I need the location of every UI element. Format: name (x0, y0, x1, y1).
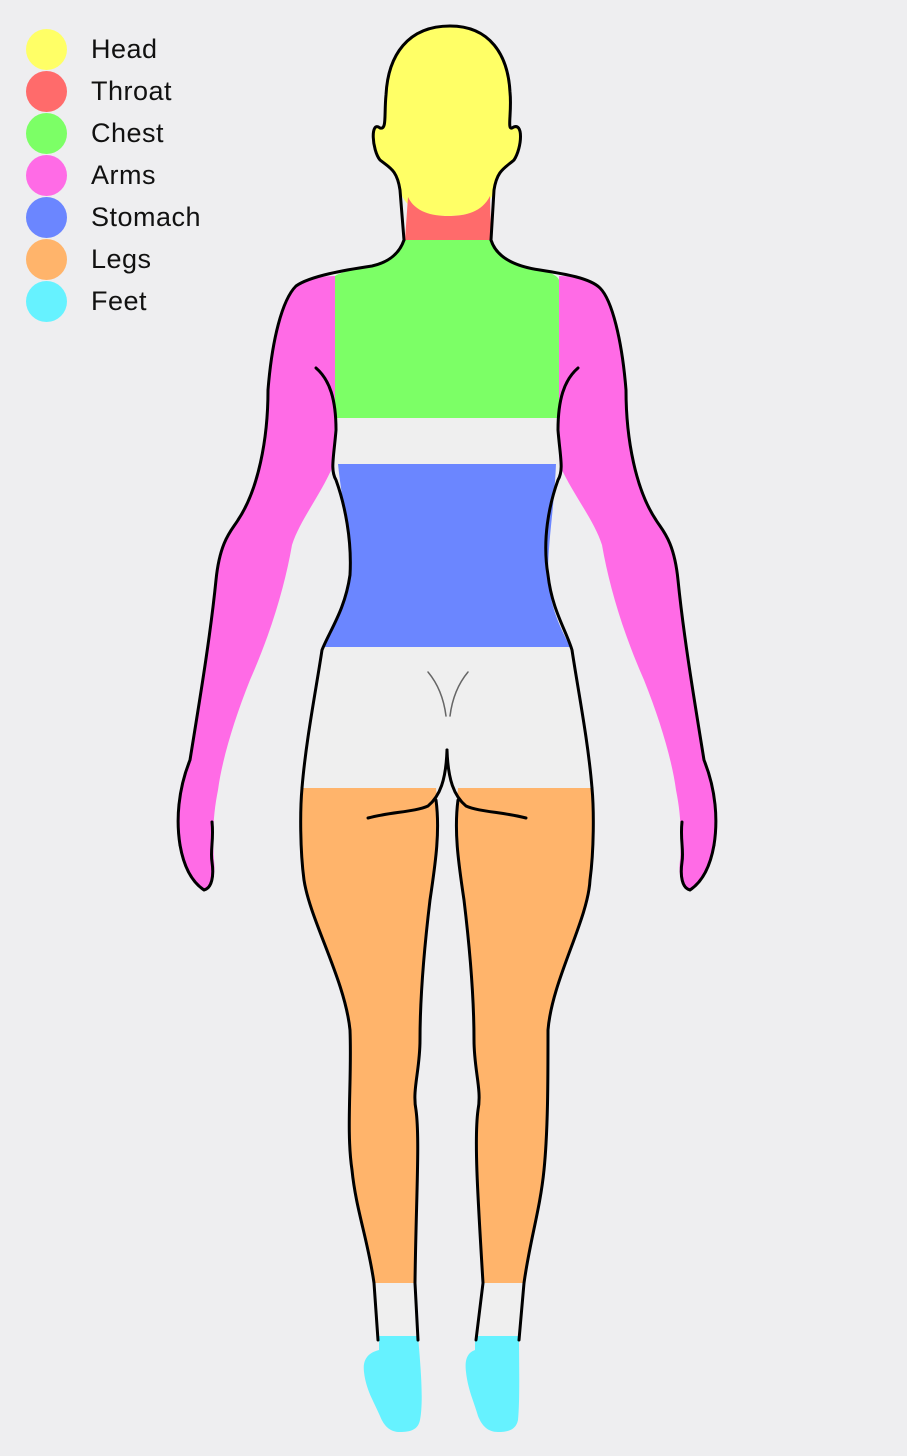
left-ankle-unmarked (374, 1283, 418, 1336)
waist-band-unmarked (333, 418, 559, 466)
right-foot-region[interactable] (465, 1336, 520, 1432)
right-leg-region[interactable] (456, 788, 594, 1283)
left-foot-region[interactable] (363, 1336, 422, 1432)
stomach-region[interactable] (324, 464, 570, 647)
human-body-back-view (176, 24, 718, 1432)
